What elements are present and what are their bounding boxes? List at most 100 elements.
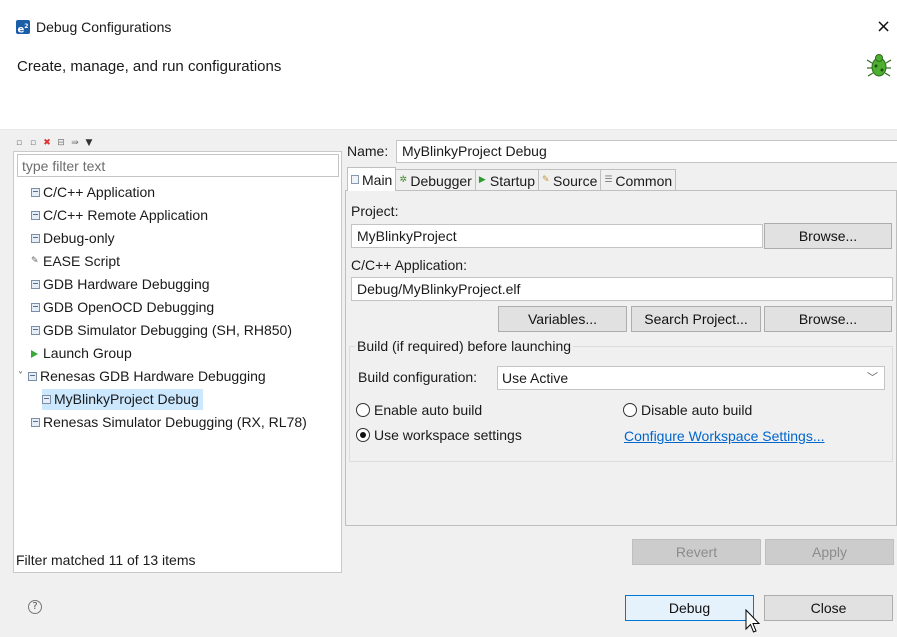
radio-selected-icon: [356, 428, 370, 442]
renesas-gdb-icon: [28, 372, 37, 381]
tab-source[interactable]: ✎ Source: [538, 169, 602, 191]
application-field[interactable]: Debug/MyBlinkyProject.elf: [351, 277, 893, 301]
close-icon[interactable]: ×: [876, 16, 891, 37]
dialog-subtitle: Create, manage, and run configurations: [17, 58, 282, 75]
name-field[interactable]: MyBlinkyProject Debug: [396, 140, 897, 163]
tree-item-label: EASE Script: [43, 253, 121, 269]
tree-item[interactable]: GDB OpenOCD Debugging: [31, 297, 214, 318]
renesas-sim-icon: [31, 418, 40, 427]
search-project-button[interactable]: Search Project...: [631, 306, 761, 332]
use-workspace-settings-radio[interactable]: Use workspace settings: [356, 427, 522, 443]
tree-item-label: MyBlinkyProject Debug: [54, 391, 199, 407]
dialog-header: Create, manage, and run configurations: [0, 40, 897, 130]
tree-item[interactable]: ✎ EASE Script: [31, 251, 120, 272]
cpp-remote-icon: [31, 211, 40, 220]
tree-item[interactable]: Launch Group: [31, 343, 132, 364]
startup-tab-icon: ▶: [478, 175, 486, 185]
tree-item[interactable]: GDB Simulator Debugging (SH, RH850): [31, 320, 292, 341]
radio-label: Disable auto build: [641, 402, 753, 418]
tab-label: Main: [362, 171, 393, 188]
chevron-down-icon[interactable]: ˅: [18, 366, 28, 387]
common-tab-icon: ☰: [604, 175, 613, 185]
tab-bar: Main ✲ Debugger ▶ Startup ✎ Source ☰ Common: [347, 167, 677, 191]
filter-status: Filter matched 11 of 13 items: [16, 552, 196, 568]
radio-label: Enable auto build: [374, 402, 483, 418]
tab-debugger[interactable]: ✲ Debugger: [395, 169, 476, 191]
project-field[interactable]: MyBlinkyProject: [351, 224, 763, 248]
application-label: C/C++ Application:: [351, 257, 467, 273]
mouse-pointer-icon: [745, 609, 761, 633]
tree-item[interactable]: GDB Hardware Debugging: [31, 274, 210, 295]
project-value: MyBlinkyProject: [357, 228, 457, 244]
tree-item[interactable]: MyBlinkyProject Debug: [42, 389, 203, 410]
gdb-hw-icon: [31, 280, 40, 289]
gdb-sim-icon: [31, 326, 40, 335]
radio-icon: [623, 403, 637, 417]
name-value: MyBlinkyProject Debug: [402, 143, 547, 159]
tree-item-label: Renesas Simulator Debugging (RX, RL78): [43, 414, 307, 430]
browse-application-button[interactable]: Browse...: [764, 306, 892, 332]
tree-item[interactable]: ˅ Renesas GDB Hardware Debugging: [18, 366, 266, 387]
configure-workspace-link[interactable]: Configure Workspace Settings...: [624, 428, 825, 444]
enable-auto-build-radio[interactable]: Enable auto build: [356, 402, 482, 418]
tab-main[interactable]: Main: [347, 167, 397, 191]
tree-item-label: GDB OpenOCD Debugging: [43, 299, 215, 315]
tree-item-label: GDB Simulator Debugging (SH, RH850): [43, 322, 292, 338]
tree-item-label: C/C++ Application: [43, 184, 156, 200]
config-toolbar: ▫ ▫ ✖ ⊟ ⇛ ▼: [14, 135, 94, 151]
variables-button[interactable]: Variables...: [498, 306, 627, 332]
tree-item-label: GDB Hardware Debugging: [43, 276, 210, 292]
tree-item[interactable]: Renesas Simulator Debugging (RX, RL78): [31, 412, 307, 433]
collapse-all-icon[interactable]: ⊟: [56, 138, 66, 148]
tree-item[interactable]: C/C++ Application: [31, 182, 155, 203]
project-label: Project:: [351, 203, 399, 219]
duplicate-config-icon[interactable]: ▫: [28, 138, 38, 148]
new-config-icon[interactable]: ▫: [14, 138, 24, 148]
tab-label: Common: [615, 172, 673, 189]
tab-label: Startup: [489, 172, 535, 189]
bug-icon: [866, 54, 892, 77]
tree-item-label: C/C++ Remote Application: [43, 207, 208, 223]
tree-item-label: Debug-only: [43, 230, 115, 246]
debug-only-icon: [31, 234, 40, 243]
close-button[interactable]: Close: [764, 595, 893, 621]
view-menu-icon[interactable]: ▼: [84, 138, 94, 148]
build-config-label: Build configuration:: [358, 369, 478, 385]
build-config-select[interactable]: Use Active ﹀: [497, 366, 885, 390]
radio-label: Use workspace settings: [374, 427, 522, 443]
name-label: Name:: [347, 143, 389, 159]
tree-item-label: Launch Group: [43, 345, 132, 361]
source-tab-icon: ✎: [542, 175, 550, 185]
disable-auto-build-radio[interactable]: Disable auto build: [623, 402, 752, 418]
help-icon[interactable]: ?: [28, 600, 42, 614]
build-config-value: Use Active: [502, 370, 569, 386]
radio-icon: [356, 403, 370, 417]
revert-button[interactable]: Revert: [632, 539, 761, 565]
e2-studio-icon: e2: [16, 20, 30, 35]
debug-button[interactable]: Debug: [625, 595, 754, 621]
tab-label: Debugger: [410, 172, 472, 189]
tab-startup[interactable]: ▶ Startup: [474, 169, 539, 191]
cpp-app-icon: [31, 188, 40, 197]
config-icon: [42, 395, 51, 404]
filter-config-icon[interactable]: ⇛: [70, 138, 80, 148]
main-tab-icon: [351, 175, 359, 184]
config-tree-panel: C/C++ Application C/C++ Remote Applicatio…: [13, 151, 342, 573]
apply-button[interactable]: Apply: [765, 539, 894, 565]
debugger-tab-icon: ✲: [399, 175, 407, 185]
tab-common[interactable]: ☰ Common: [600, 169, 677, 191]
ease-script-icon: ✎: [31, 256, 39, 266]
delete-config-icon[interactable]: ✖: [42, 138, 52, 148]
browse-project-button[interactable]: Browse...: [764, 223, 892, 249]
build-group-title: Build (if required) before launching: [355, 338, 574, 354]
launch-group-icon: [31, 349, 38, 358]
gdb-openocd-icon: [31, 303, 40, 312]
title-bar: e2 Debug Configurations ×: [0, 0, 897, 40]
tree-item-label: Renesas GDB Hardware Debugging: [40, 368, 266, 384]
tree-item[interactable]: Debug-only: [31, 228, 115, 249]
tree-item[interactable]: C/C++ Remote Application: [31, 205, 208, 226]
filter-input[interactable]: [17, 154, 339, 177]
window-title: Debug Configurations: [36, 19, 172, 35]
chevron-down-icon: ﹀: [867, 371, 878, 384]
application-value: Debug/MyBlinkyProject.elf: [357, 281, 521, 297]
